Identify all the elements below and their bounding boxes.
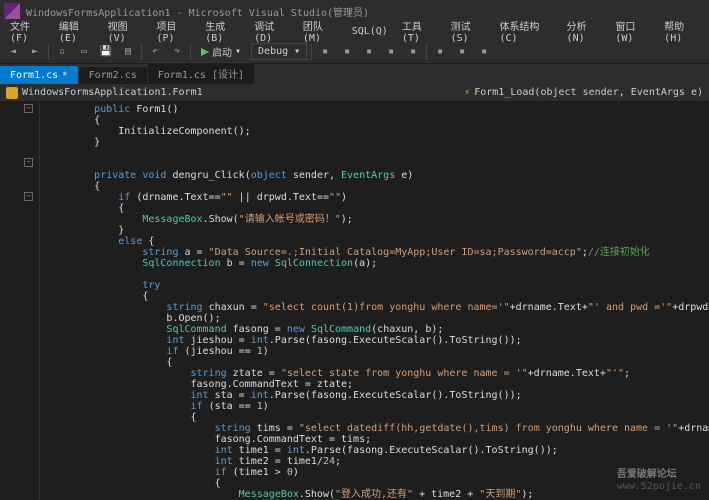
- nav-fwd-icon[interactable]: ►: [26, 43, 44, 61]
- save-all-icon[interactable]: ▤: [119, 43, 137, 61]
- watermark-en: www.52pojie.cn: [617, 481, 701, 492]
- menu-item[interactable]: 分析(N): [561, 16, 608, 46]
- document-tab[interactable]: Form2.cs: [79, 66, 147, 84]
- menu-item[interactable]: 调试(D): [248, 16, 295, 46]
- tool-icon-6[interactable]: ▪: [431, 43, 449, 61]
- document-tab[interactable]: Form1.cs [设计]: [148, 62, 254, 84]
- menu-item[interactable]: 团队(M): [297, 16, 344, 46]
- separator: [48, 44, 49, 60]
- lightning-icon: ⚡: [464, 87, 470, 98]
- config-label: Debug: [258, 46, 288, 57]
- editor[interactable]: − − − public Form1() { InitializeComponent…: [0, 102, 709, 500]
- menu-item[interactable]: SQL(Q): [346, 24, 394, 39]
- member-selector[interactable]: Form1_Load(object sender, EventArgs e): [474, 87, 703, 98]
- separator: [190, 44, 191, 60]
- redo-icon[interactable]: ↷: [168, 43, 186, 61]
- start-debug-button[interactable]: 启动 ▾: [195, 42, 247, 61]
- separator: [426, 44, 427, 60]
- tool-icon-5[interactable]: ▪: [404, 43, 422, 61]
- nav-bar: WindowsFormsApplication1.Form1 ⚡ Form1_L…: [0, 84, 709, 102]
- menu-item[interactable]: 视图(V): [102, 16, 149, 46]
- menu-item[interactable]: 窗口(W): [609, 16, 656, 46]
- tool-icon-2[interactable]: ▪: [338, 43, 356, 61]
- gutter[interactable]: − − −: [0, 102, 40, 500]
- tool-icon-4[interactable]: ▪: [382, 43, 400, 61]
- tool-icon-7[interactable]: ▪: [453, 43, 471, 61]
- chevron-down-icon: ▾: [235, 46, 241, 57]
- menu-bar: 文件(F)编辑(E)视图(V)项目(P)生成(B)调试(D)团队(M)SQL(Q…: [0, 22, 709, 40]
- tool-icon-8[interactable]: ▪: [475, 43, 493, 61]
- separator: [141, 44, 142, 60]
- watermark: 吾爱破解论坛 www.52pojie.cn: [617, 465, 701, 492]
- separator: [311, 44, 312, 60]
- menu-item[interactable]: 工具(T): [396, 16, 443, 46]
- fold-toggle-icon[interactable]: −: [24, 192, 33, 201]
- start-label: 启动: [212, 44, 232, 59]
- fold-toggle-icon[interactable]: −: [24, 158, 33, 167]
- menu-item[interactable]: 项目(P): [150, 16, 197, 46]
- config-dropdown[interactable]: Debug ▾: [251, 43, 307, 60]
- code-area[interactable]: public Form1() { InitializeComponent(); …: [40, 102, 709, 500]
- class-icon: [6, 87, 18, 99]
- open-icon[interactable]: ▭: [75, 43, 93, 61]
- nav-back-icon[interactable]: ◄: [4, 43, 22, 61]
- menu-item[interactable]: 文件(F): [4, 16, 51, 46]
- menu-item[interactable]: 体系结构(C): [493, 16, 558, 46]
- watermark-zh: 吾爱破解论坛: [617, 469, 677, 480]
- play-icon: [201, 48, 209, 56]
- class-selector[interactable]: WindowsFormsApplication1.Form1: [22, 87, 203, 98]
- document-tab[interactable]: Form1.cs*: [0, 66, 78, 84]
- undo-icon[interactable]: ↶: [146, 43, 164, 61]
- new-icon[interactable]: ▫: [53, 43, 71, 61]
- menu-item[interactable]: 测试(S): [445, 16, 492, 46]
- menu-item[interactable]: 编辑(E): [53, 16, 100, 46]
- tool-icon-3[interactable]: ▪: [360, 43, 378, 61]
- tool-icon-1[interactable]: ▪: [316, 43, 334, 61]
- document-tabs: Form1.cs*Form2.csForm1.cs [设计]: [0, 64, 709, 84]
- save-icon[interactable]: 💾: [97, 43, 115, 61]
- menu-item[interactable]: 帮助(H): [658, 16, 705, 46]
- fold-toggle-icon[interactable]: −: [24, 104, 33, 113]
